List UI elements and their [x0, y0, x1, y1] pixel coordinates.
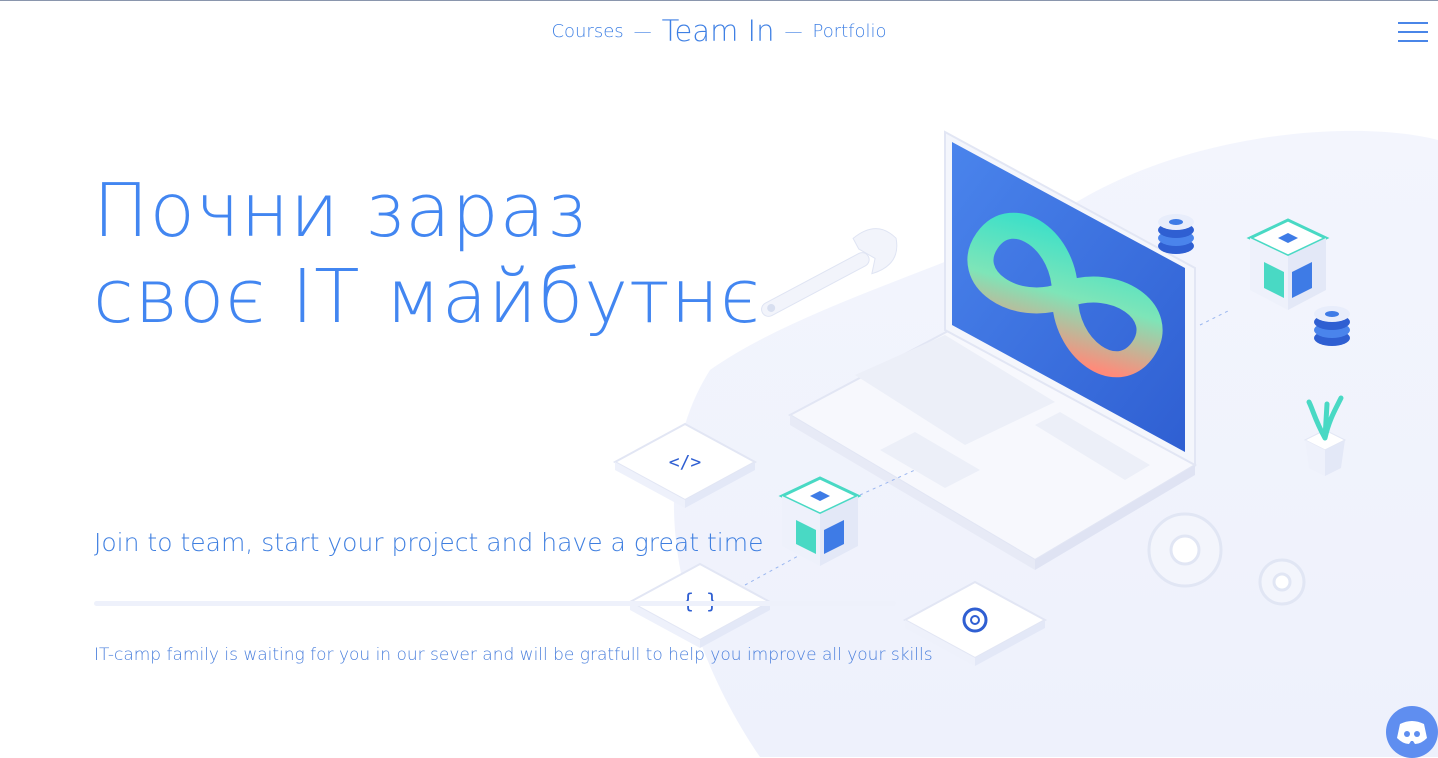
top-border — [0, 0, 1438, 1]
gear-icon — [1147, 512, 1223, 588]
top-nav: Courses — Team In — Portfolio — [0, 14, 1438, 54]
database-icon — [1314, 306, 1350, 346]
hamburger-icon[interactable] — [1398, 22, 1428, 42]
nav-separator: — — [633, 20, 652, 42]
hero-description: IT-camp family is waiting for you in our… — [94, 645, 933, 665]
nav-links: Courses — Team In — Portfolio — [551, 14, 886, 48]
nav-courses-link[interactable]: Courses — [551, 21, 623, 42]
database-icon — [1158, 214, 1194, 254]
gear-icon — [1258, 558, 1306, 606]
nav-separator: — — [784, 20, 803, 42]
nav-portfolio-link[interactable]: Portfolio — [812, 21, 886, 42]
hero-subtitle: Join to team, start your project and hav… — [94, 528, 764, 557]
brand-logo-text[interactable]: Team In — [662, 14, 775, 48]
divider — [94, 601, 896, 606]
code-tag-label: </> — [669, 452, 702, 473]
discord-icon[interactable] — [1386, 706, 1438, 758]
